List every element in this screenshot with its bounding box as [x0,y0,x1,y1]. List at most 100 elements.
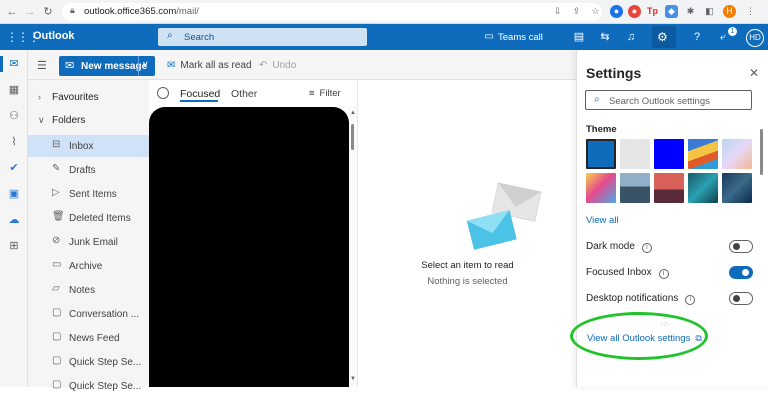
folder-item-news-feed[interactable]: ▢ News Feed [28,327,149,349]
chevron-down-icon[interactable]: ∨ [142,59,149,70]
settings-gear-button[interactable]: ⚙ [652,26,676,48]
focused-inbox-label: Focused Inbox i [586,267,669,279]
theme-swatch-navy[interactable] [722,173,752,203]
sidepanel-icon[interactable]: ◧ [703,5,716,18]
scroll-up-icon[interactable]: ▲ [350,110,356,116]
envelope-illustration [466,177,542,257]
todo-check-icon[interactable]: ✔ [6,160,22,176]
theme-swatch-mountain[interactable] [620,173,650,203]
forward-icon[interactable]: → [22,4,38,20]
favourites-header[interactable]: › Favourites [38,92,99,103]
extension-icon[interactable]: ◆ [665,5,678,18]
folder-item-notes[interactable]: ▱ Notes [28,279,149,301]
folder-item-drafts[interactable]: ✎ Drafts [28,159,149,181]
extension-icon[interactable]: Tp [646,5,659,18]
info-icon[interactable]: i [641,243,652,253]
undo-label: Undo [272,60,297,71]
folder-item-sent[interactable]: ▷ Sent Items [28,183,149,205]
teams-call-label[interactable]: Teams call [498,32,543,43]
message-list-header: Focused Other ≡ Filter [149,80,357,106]
onenote-icon[interactable]: ▤ [570,29,588,45]
folder-item-junk[interactable]: ⊘ Junk Email [28,231,149,253]
inbox-icon: ⊟ [52,139,61,150]
profile-avatar[interactable]: H [723,5,736,18]
extension-icon[interactable]: ● [628,5,641,18]
share-icon[interactable]: ⇪ [570,5,583,18]
folder-icon: ▢ [52,379,62,390]
view-all-themes-link[interactable]: View all [586,215,619,226]
extension-icon[interactable]: ● [610,5,623,18]
active-tab-underline [180,100,218,102]
account-avatar[interactable]: HD [746,29,764,47]
install-icon[interactable]: ⇩ [551,5,564,18]
apps-icon[interactable]: ⊞ [6,238,22,254]
chevron-right-icon: › [38,92,41,102]
mail-icon[interactable]: ✉ [6,56,22,72]
tab-focused[interactable]: Focused [180,88,220,100]
mark-all-read-button[interactable]: ✉ Mark all as read [167,60,252,71]
message-list-scrollbar[interactable]: ▲ ▼ [349,106,357,387]
filter-button[interactable]: ≡ Filter [309,88,341,99]
menu-icon[interactable]: ⋮ [744,5,757,18]
people-icon[interactable]: ⚇ [6,108,22,124]
folder-item-deleted[interactable]: 🗑︎ Deleted Items [28,207,149,229]
theme-swatch-palm[interactable] [586,173,616,203]
help-icon[interactable]: ? [688,29,706,45]
settings-search-input[interactable]: ⌕ Search Outlook settings [585,90,752,110]
info-icon[interactable]: i [658,269,669,279]
reload-icon[interactable]: ↻ [40,4,56,20]
todo-icon[interactable]: ⇆ [596,29,614,45]
search-box[interactable]: ⌕ Search [158,28,367,46]
theme-swatch-teal[interactable] [688,173,718,203]
calendar-icon[interactable]: ▦ [6,82,22,98]
scrollbar-thumb[interactable] [760,129,763,175]
search-icon: ⌕ [167,30,173,41]
app-brand[interactable]: Outlook [33,30,75,42]
onedrive-icon[interactable]: ☁ [6,212,22,228]
theme-swatch-palms-red[interactable] [654,173,684,203]
scroll-down-icon[interactable]: ▼ [350,376,356,382]
focused-inbox-toggle[interactable] [729,266,753,279]
folder-icon: ▢ [52,307,62,318]
gear-icon: ⚙ [657,30,668,44]
address-bar[interactable]: 🔒︎ outlook.office365.com/mail/ [62,3,602,21]
undo-button[interactable]: ↶ Undo [259,60,296,71]
hamburger-icon[interactable]: ☰ [37,59,47,72]
close-icon[interactable]: ✕ [749,66,759,80]
scrollbar-thumb[interactable] [351,124,354,150]
browser-toolbar: ← → ↻ 🔒︎ outlook.office365.com/mail/ ⇩ ⇪… [0,0,768,24]
teams-app-icon[interactable]: ▣ [6,186,22,202]
attach-icon[interactable]: ⌇ [6,134,22,150]
back-icon[interactable]: ← [4,4,20,20]
theme-swatch-pastel[interactable] [722,139,752,169]
info-icon[interactable]: i [685,295,696,305]
folder-icon: ▢ [52,331,62,342]
url-domain: outlook.office365.com [84,6,177,17]
folders-header[interactable]: ∨ Folders [38,115,85,126]
bookmark-star-icon[interactable]: ☆ [589,5,602,18]
url-path: /mail/ [176,6,199,17]
folder-icon: ▢ [52,355,62,366]
new-message-button[interactable]: ✉ New message ∨ [59,56,155,76]
folder-item-archive[interactable]: ▭ Archive [28,255,149,277]
select-all-checkbox[interactable] [157,87,169,99]
teams-call-icon[interactable]: ▭ [480,29,498,45]
theme-swatch-sunset[interactable] [688,139,718,169]
theme-swatch-blue[interactable] [586,139,616,169]
desktop-notifications-toggle[interactable] [729,292,753,305]
folder-item-conversation[interactable]: ▢ Conversation ... [28,303,149,325]
pencil-icon: ✎ [52,163,61,174]
tab-other[interactable]: Other [231,88,257,100]
theme-swatch-light[interactable] [620,139,650,169]
mark-all-read-label: Mark all as read [180,60,252,71]
theme-swatch-bright-blue[interactable] [654,139,684,169]
folder-item-inbox[interactable]: ⊟ Inbox [28,135,149,157]
bell-icon[interactable]: ♫ [622,29,640,45]
folder-item-quick-step-2[interactable]: ▢ Quick Step Se... [28,375,149,397]
folder-item-quick-step-1[interactable]: ▢ Quick Step Se... [28,351,149,373]
dark-mode-toggle[interactable] [729,240,753,253]
settings-title: Settings [586,65,642,81]
settings-scrollbar[interactable] [760,120,764,380]
dark-mode-label: Dark mode i [586,241,652,253]
puzzle-icon[interactable]: ✱ [684,5,697,18]
